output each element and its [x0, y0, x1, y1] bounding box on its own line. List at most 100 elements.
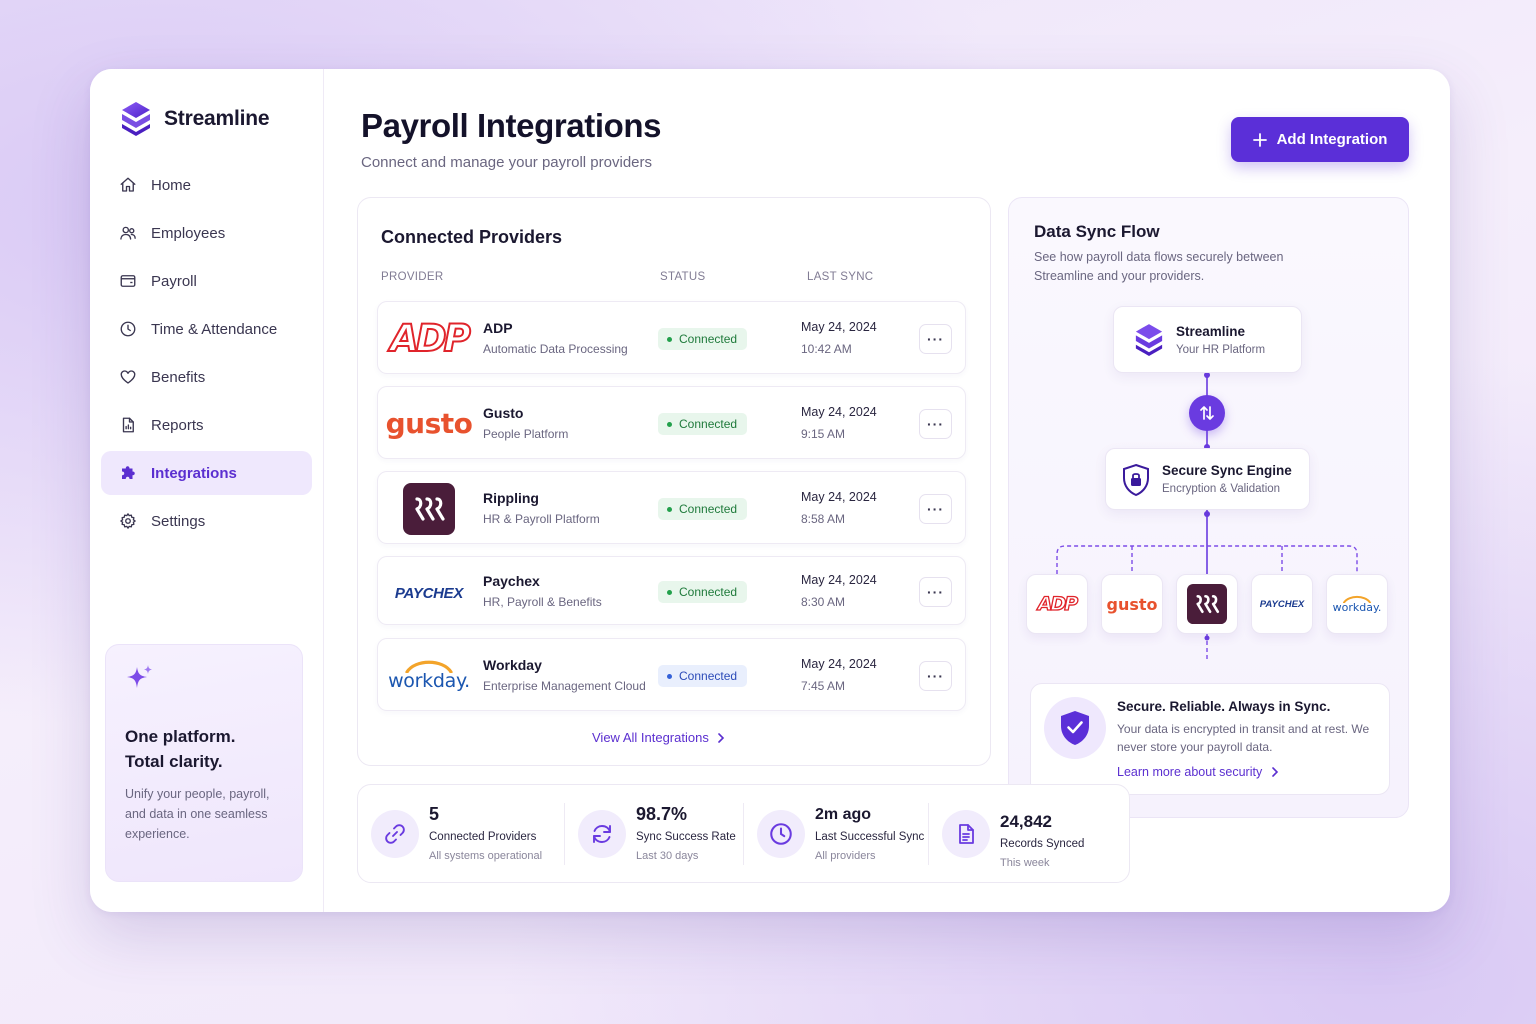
status-dot	[667, 421, 672, 427]
sync-arrows-icon	[1189, 395, 1225, 431]
status-dot	[667, 336, 672, 342]
workday-mini-logo: workday.	[1333, 595, 1381, 614]
view-all-integrations-link[interactable]: View All Integrations	[592, 730, 725, 745]
column-header-status: STATUS	[660, 271, 706, 283]
flow-provider-workday[interactable]: workday.	[1326, 574, 1388, 634]
flow-provider-rippling[interactable]	[1176, 574, 1238, 634]
more-options-button[interactable]: ···	[919, 409, 952, 439]
document-icon	[942, 810, 990, 858]
add-integration-label: Add Integration	[1276, 131, 1388, 148]
chevron-right-icon	[718, 732, 724, 743]
workday-logo-text: workday.	[388, 670, 470, 692]
clock-icon	[757, 810, 805, 858]
stat-value: 24,842	[1000, 812, 1052, 831]
last-sync-time: 10:42 AM	[801, 342, 852, 356]
report-icon	[122, 417, 134, 433]
brand[interactable]: Streamline	[120, 101, 270, 137]
provider-row-workday[interactable]: workday. Workday Enterprise Management C…	[377, 638, 966, 711]
sidebar-item-employees[interactable]: Employees	[101, 211, 312, 255]
status-text: Connected	[679, 585, 738, 599]
sidebar: Streamline Home Employees Payroll Time &…	[90, 69, 324, 912]
provider-name: Rippling	[483, 490, 539, 506]
paychex-logo-text: PAYCHEX	[394, 585, 464, 602]
refresh-icon	[578, 810, 626, 858]
status-badge: Connected	[658, 328, 748, 350]
view-all-label: View All Integrations	[592, 730, 709, 745]
sidebar-item-benefits[interactable]: Benefits	[101, 355, 312, 399]
data-sync-flow-card: Data Sync Flow See how payroll data flow…	[1008, 197, 1409, 818]
promo-title-line1: One platform.	[125, 727, 236, 746]
adp-logo: ADP	[388, 312, 471, 365]
sidebar-item-label: Integrations	[151, 464, 237, 482]
provider-description: HR & Payroll Platform	[483, 512, 600, 526]
provider-row-gusto[interactable]: gusto Gusto People Platform Connected Ma…	[377, 386, 966, 459]
more-options-button[interactable]: ···	[919, 494, 952, 524]
security-info-card: Secure. Reliable. Always in Sync. Your d…	[1030, 683, 1390, 795]
more-options-button[interactable]: ···	[919, 324, 952, 354]
secure-sync-engine-title: Secure Sync Engine	[1162, 463, 1292, 478]
last-sync-time: 8:58 AM	[801, 512, 846, 526]
ellipsis-icon: ···	[927, 331, 944, 347]
last-sync-date: May 24, 2024	[801, 490, 877, 504]
sidebar-item-integrations[interactable]: Integrations	[101, 451, 312, 495]
last-sync-time: 9:15 AM	[801, 427, 846, 441]
sidebar-nav: Home Employees Payroll Time & Attendance…	[101, 163, 312, 547]
stat-subtext: Last 30 days	[636, 850, 699, 862]
provider-row-paychex[interactable]: PAYCHEX Paychex HR, Payroll & Benefits C…	[377, 556, 966, 625]
stat-value: 5	[429, 804, 440, 824]
learn-more-label: Learn more about security	[1117, 765, 1263, 779]
status-badge: Connected	[658, 581, 748, 603]
sidebar-item-home[interactable]: Home	[101, 163, 312, 207]
sidebar-item-label: Settings	[151, 512, 206, 530]
status-badge: Connected	[658, 665, 748, 687]
status-text: Connected	[679, 502, 738, 516]
wallet-icon	[120, 275, 136, 287]
sparkle-icon	[127, 665, 152, 688]
sidebar-item-label: Benefits	[151, 368, 206, 386]
status-text: Connected	[679, 332, 738, 346]
adp-logo-text: ADP	[389, 316, 471, 361]
streamline-node-subtitle: Your HR Platform	[1176, 344, 1266, 356]
add-integration-button[interactable]: Add Integration	[1231, 117, 1409, 162]
status-dot	[667, 589, 672, 595]
sidebar-item-settings[interactable]: Settings	[101, 499, 312, 543]
sidebar-item-label: Time & Attendance	[151, 320, 278, 338]
provider-name: ADP	[483, 320, 513, 336]
more-options-button[interactable]: ···	[919, 577, 952, 607]
flow-provider-paychex[interactable]: PAYCHEX	[1251, 574, 1313, 634]
users-icon	[120, 226, 136, 240]
page-title: Payroll Integrations	[361, 107, 662, 144]
more-options-button[interactable]: ···	[919, 661, 952, 691]
sidebar-item-time-attendance[interactable]: Time & Attendance	[101, 307, 312, 351]
provider-row-adp[interactable]: ADP ADP Automatic Data Processing Connec…	[377, 301, 966, 374]
promo-card: One platform. Total clarity. Unify your …	[105, 644, 303, 882]
stat-sync-success-rate: 98.7% Sync Success Rate Last 30 days	[565, 785, 743, 884]
flow-provider-adp[interactable]: ADP	[1026, 574, 1088, 634]
shield-check-icon	[1044, 697, 1106, 759]
column-header-provider: PROVIDER	[381, 271, 444, 283]
column-header-last-sync: LAST SYNC	[807, 271, 874, 283]
flow-provider-gusto[interactable]: gusto	[1101, 574, 1163, 634]
last-sync-time: 7:45 AM	[801, 679, 846, 693]
status-dot	[667, 673, 672, 679]
stat-subtext: All providers	[815, 850, 876, 862]
provider-name: Paychex	[483, 573, 540, 589]
provider-row-rippling[interactable]: Rippling HR & Payroll Platform Connected…	[377, 471, 966, 544]
provider-description: People Platform	[483, 427, 569, 441]
provider-description: Enterprise Management Cloud	[483, 679, 646, 693]
gear-icon	[120, 513, 136, 529]
home-icon	[120, 177, 136, 192]
security-info-title: Secure. Reliable. Always in Sync.	[1117, 699, 1331, 714]
heart-icon	[120, 370, 136, 384]
app-window: Streamline Home Employees Payroll Time &…	[90, 69, 1450, 912]
status-text: Connected	[679, 417, 738, 431]
sidebar-item-payroll[interactable]: Payroll	[101, 259, 312, 303]
stat-label: Connected Providers	[429, 831, 537, 843]
learn-more-security-link[interactable]: Learn more about security	[1117, 765, 1279, 779]
stat-last-successful-sync: 2m ago Last Successful Sync All provider…	[744, 785, 928, 884]
stat-connected-providers: 5 Connected Providers All systems operat…	[358, 785, 564, 884]
puzzle-icon	[122, 466, 135, 479]
chevron-right-icon	[1272, 767, 1279, 777]
sidebar-item-reports[interactable]: Reports	[101, 403, 312, 447]
last-sync-date: May 24, 2024	[801, 657, 877, 671]
